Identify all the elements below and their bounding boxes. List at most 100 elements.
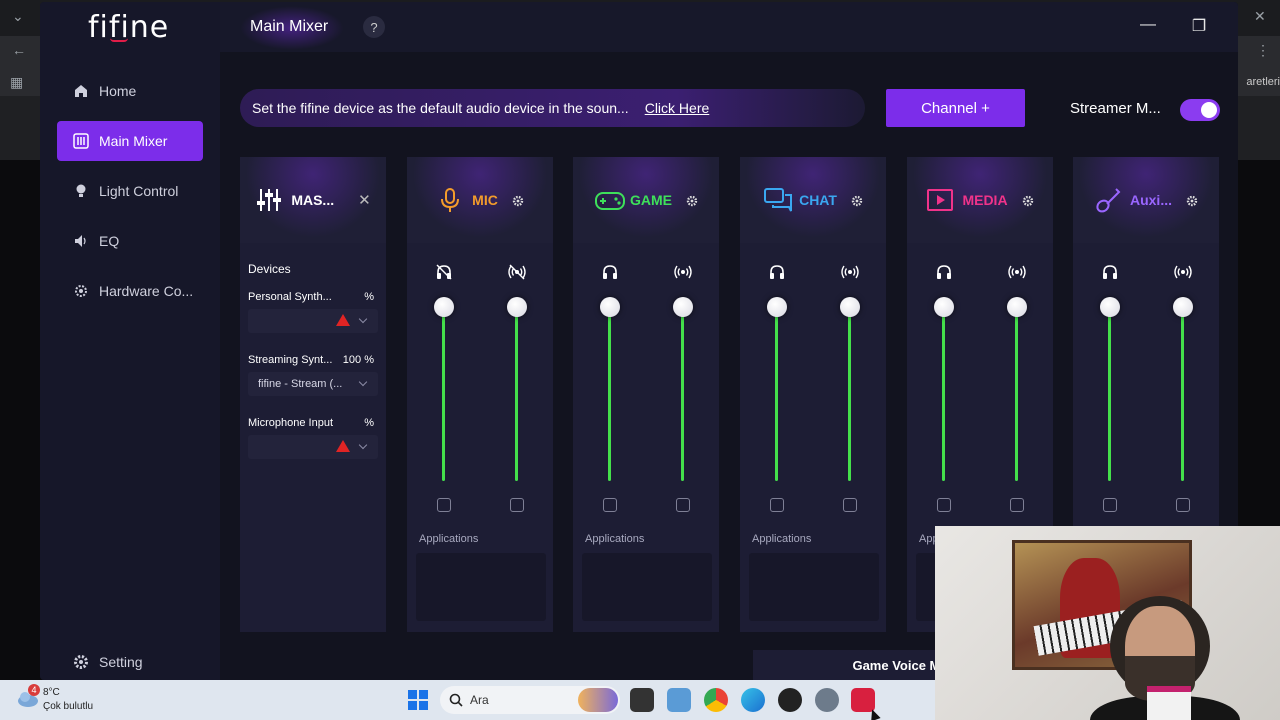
mixer-icon — [73, 133, 89, 149]
help-button[interactable]: ? — [363, 16, 385, 38]
speaker-icon[interactable] — [843, 498, 857, 512]
speaker-icon[interactable] — [1176, 498, 1190, 512]
stream-mix-slider-rail[interactable] — [515, 305, 518, 481]
sidebar-item-eq[interactable]: EQ — [57, 221, 203, 261]
stream-mix-slider-rail[interactable] — [681, 305, 684, 481]
device-select-personal[interactable] — [248, 309, 378, 333]
sidebar-item-label: Light Control — [99, 183, 179, 199]
personal-mix-slider-thumb[interactable] — [600, 297, 620, 317]
speaker-icon[interactable] — [676, 498, 690, 512]
sidebar-item-hardware-control[interactable]: Hardware Co... — [57, 271, 203, 311]
stream-mix-slider-thumb[interactable] — [673, 297, 693, 317]
search-placeholder: Ara — [470, 693, 489, 707]
app-icon[interactable] — [778, 688, 802, 712]
close-icon[interactable]: ✕ — [358, 191, 371, 209]
settings-app-icon[interactable] — [815, 688, 839, 712]
personal-mix-slider-thumb[interactable] — [1100, 297, 1120, 317]
personal-mix-slider-thumb[interactable] — [434, 297, 454, 317]
sidebar-item-home[interactable]: Home — [57, 71, 203, 111]
personal-mix-slider-thumb[interactable] — [767, 297, 787, 317]
apps-grid-icon[interactable]: ▦ — [10, 74, 23, 91]
master-panel: MAS... ✕ Devices Personal Synth... % Str… — [240, 157, 386, 632]
search-highlight-image — [578, 688, 618, 712]
devices-title: Devices — [248, 262, 291, 276]
speaker-icon[interactable] — [437, 498, 451, 512]
task-view-icon[interactable] — [630, 688, 654, 712]
headphones-muted-icon[interactable] — [435, 263, 453, 281]
taskbar-search[interactable]: Ara — [440, 686, 620, 714]
chrome-icon[interactable] — [704, 688, 728, 712]
speaker-icon[interactable] — [937, 498, 951, 512]
personal-mix-slider-rail[interactable] — [1108, 305, 1111, 481]
sidebar: fifine Home Main Mixer Light Control EQ … — [40, 2, 220, 680]
personal-mix-slider-rail[interactable] — [942, 305, 945, 481]
broadcast-icon[interactable] — [1174, 263, 1192, 281]
gear-icon[interactable] — [686, 194, 698, 207]
bookmarks-label: aretleri — [1246, 76, 1280, 88]
speaker-icon[interactable] — [770, 498, 784, 512]
sidebar-item-label: Main Mixer — [99, 133, 168, 149]
speaker-icon[interactable] — [510, 498, 524, 512]
warning-icon — [336, 314, 350, 326]
device-label-streaming: Streaming Synt... — [248, 354, 333, 366]
gear-icon[interactable] — [512, 194, 524, 207]
minimize-button[interactable]: — — [1137, 16, 1159, 34]
device-select-microphone[interactable] — [248, 435, 378, 459]
channel-faders — [1073, 297, 1219, 485]
channel-output-icons — [407, 263, 553, 283]
add-channel-button[interactable]: Channel + — [886, 89, 1025, 127]
click-here-link[interactable]: Click Here — [645, 100, 710, 116]
stream-mix-slider-rail[interactable] — [848, 305, 851, 481]
headphones-icon[interactable] — [1101, 263, 1119, 281]
windows-start-icon[interactable] — [408, 690, 428, 710]
edge-icon[interactable] — [741, 688, 765, 712]
personal-mix-slider-rail[interactable] — [608, 305, 611, 481]
headphones-icon[interactable] — [935, 263, 953, 281]
applications-list[interactable] — [582, 553, 712, 621]
broadcast-icon[interactable] — [841, 263, 859, 281]
headphones-icon[interactable] — [601, 263, 619, 281]
gear-icon[interactable] — [1022, 194, 1034, 207]
browser-menu-icon[interactable]: ⋮ — [1256, 42, 1270, 59]
personal-mix-slider-rail[interactable] — [442, 305, 445, 481]
restore-button[interactable]: ❐ — [1188, 16, 1210, 36]
speaker-icon[interactable] — [1103, 498, 1117, 512]
headphones-icon[interactable] — [768, 263, 786, 281]
stream-mix-slider-thumb[interactable] — [1007, 297, 1027, 317]
stream-mix-slider-rail[interactable] — [1181, 305, 1184, 481]
broadcast-icon[interactable] — [1008, 263, 1026, 281]
setting-button[interactable]: Setting — [57, 642, 143, 680]
applications-list[interactable] — [749, 553, 879, 621]
stream-mix-slider-rail[interactable] — [1015, 305, 1018, 481]
gear-icon[interactable] — [851, 194, 863, 207]
back-icon[interactable]: ← — [12, 42, 26, 58]
store-icon[interactable] — [667, 688, 691, 712]
speaker-icon[interactable] — [1010, 498, 1024, 512]
sidebar-item-main-mixer[interactable]: Main Mixer — [57, 121, 203, 161]
personal-mix-slider-thumb[interactable] — [934, 297, 954, 317]
device-label-personal: Personal Synth... — [248, 291, 332, 303]
stream-mix-slider-thumb[interactable] — [840, 297, 860, 317]
tab-menu-icon[interactable]: ⌄ — [12, 8, 24, 25]
speaker-icon[interactable] — [603, 498, 617, 512]
broadcast-muted-icon[interactable] — [508, 263, 526, 281]
streamer-mode-toggle[interactable] — [1180, 99, 1220, 121]
device-select-streaming[interactable]: fifine - Stream (... — [248, 372, 378, 396]
tab-main-mixer[interactable]: Main Mixer — [250, 18, 328, 36]
streamer-mode-label: Streamer M... — [1070, 100, 1161, 117]
personal-mix-slider-rail[interactable] — [775, 305, 778, 481]
chevron-down-icon — [358, 377, 368, 387]
stream-mix-slider-thumb[interactable] — [507, 297, 527, 317]
sidebar-item-light-control[interactable]: Light Control — [57, 171, 203, 211]
gear-icon[interactable] — [1186, 194, 1198, 207]
applications-list[interactable] — [416, 553, 546, 621]
applications-label: Applications — [419, 533, 479, 545]
fifine-logo: fifine — [88, 10, 170, 45]
channel-output-icons — [907, 263, 1053, 283]
screen: ⌄ ✕ ← ▦ ⋮ aretleri fifine Home Main Mixe… — [0, 0, 1280, 720]
channel-name: MEDIA — [962, 192, 1008, 208]
taskbar: 4 8°C Çok bulutlu Ara — [0, 680, 935, 720]
stream-mix-slider-thumb[interactable] — [1173, 297, 1193, 317]
broadcast-icon[interactable] — [674, 263, 692, 281]
browser-close-icon[interactable]: ✕ — [1254, 8, 1266, 25]
